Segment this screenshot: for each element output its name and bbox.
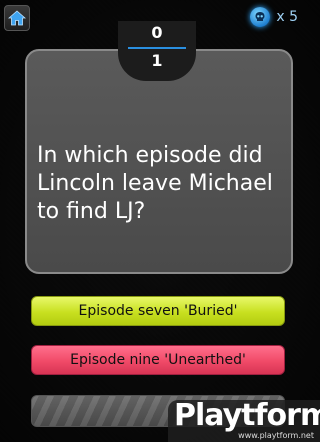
answer-button-2[interactable]: Episode nine 'Unearthed' [31, 345, 285, 375]
score-divider [128, 47, 186, 49]
question-card: In which episode did Lincoln leave Micha… [25, 49, 293, 274]
skull-icon [250, 7, 271, 27]
lives-indicator: x 5 [250, 7, 298, 27]
watermark: Playtform www.playtform.net [168, 398, 320, 442]
watermark-logo: Playtform [174, 398, 320, 433]
score-total: 1 [151, 51, 163, 70]
lives-count: x 5 [276, 9, 298, 25]
score-correct: 0 [151, 23, 163, 42]
home-icon [8, 10, 26, 26]
score-counter: 0 1 [118, 21, 196, 81]
question-text: In which episode did Lincoln leave Micha… [37, 143, 273, 224]
home-button[interactable] [4, 5, 30, 31]
answer-button-1[interactable]: Episode seven 'Buried' [31, 296, 285, 326]
watermark-url: www.playtform.net [238, 431, 314, 440]
